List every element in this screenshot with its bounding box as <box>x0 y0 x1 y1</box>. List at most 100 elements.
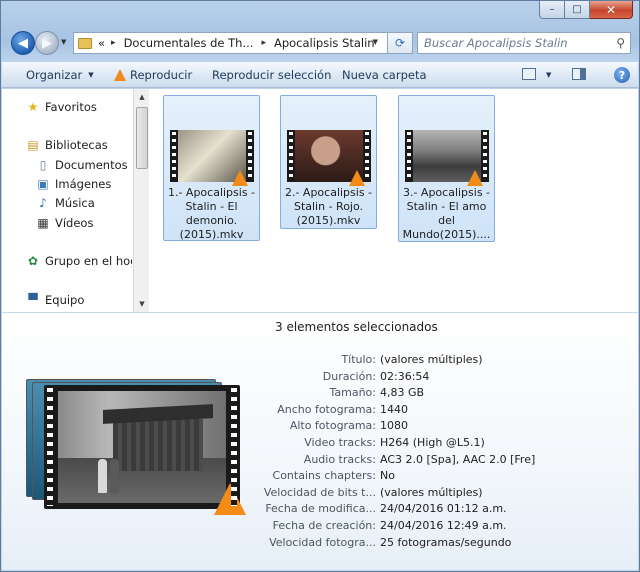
content-area: ★ Favoritos ▤ Bibliotecas ▯ Documentos ▣… <box>2 89 638 312</box>
video-thumbnail <box>287 130 371 186</box>
property-value[interactable]: 25 fotogramas/segundo <box>380 536 511 549</box>
refresh-button[interactable]: ⟳ <box>387 32 413 54</box>
nav-item-favorites[interactable]: ★ Favoritos <box>26 100 97 114</box>
nav-item-label: Imágenes <box>55 177 112 191</box>
property-row: Fecha de modifica... 24/04/2016 01:12 a.m… <box>2 502 640 516</box>
organize-button[interactable]: Organizar ▼ <box>26 68 94 82</box>
navpane-scrollbar[interactable]: ▲ ▼ <box>133 89 149 312</box>
property-key: Título: <box>341 353 376 366</box>
scroll-down-icon[interactable]: ▼ <box>134 296 150 312</box>
nav-item-label: Favoritos <box>45 100 97 114</box>
property-value[interactable]: AC3 2.0 [Spa], AAC 2.0 [Fre] <box>380 453 535 466</box>
property-row: Tamaño: 4,83 GB <box>2 386 640 400</box>
play-selection-button[interactable]: Reproducir selección <box>212 68 331 82</box>
address-bar[interactable]: « ▸ Documentales de Th... ▸ Apocalipsis … <box>73 32 413 54</box>
minimize-button[interactable]: – <box>539 1 565 19</box>
search-input[interactable]: Buscar Apocalipsis Stalin ⚲ <box>417 32 631 54</box>
property-key: Velocidad de bits t... <box>263 485 376 499</box>
property-value[interactable]: 24/04/2016 12:49 a.m. <box>380 519 507 532</box>
video-thumbnail <box>405 130 489 186</box>
file-list: 1.- Apocalipsis - Stalin - El demonio.(2… <box>150 89 638 312</box>
preview-pane-icon[interactable] <box>572 68 586 80</box>
nav-item-music[interactable]: ♪ Música <box>36 196 95 210</box>
property-value[interactable]: (valores múltiples) <box>380 486 483 499</box>
property-value[interactable]: 1440 <box>380 403 408 416</box>
file-item[interactable]: 3.- Apocalipsis - Stalin - El amo del Mu… <box>398 95 495 242</box>
new-folder-label: Nueva carpeta <box>342 68 427 82</box>
nav-item-label: Vídeos <box>55 216 94 230</box>
homegroup-icon: ✿ <box>27 254 39 268</box>
file-name: 1.- Apocalipsis - Stalin - El demonio.(2… <box>167 186 256 241</box>
play-label: Reproducir <box>130 68 193 82</box>
selection-count: 3 elementos seleccionados <box>275 320 438 334</box>
property-row: Ancho fotograma: 1440 <box>2 403 640 417</box>
new-folder-button[interactable]: Nueva carpeta <box>342 68 427 82</box>
property-value[interactable]: (valores múltiples) <box>380 353 483 366</box>
close-button[interactable]: ✕ <box>590 1 633 19</box>
vlc-icon <box>114 69 126 81</box>
help-icon[interactable]: ? <box>614 67 630 83</box>
star-icon: ★ <box>27 100 39 114</box>
property-key: Fecha de creación: <box>272 519 376 532</box>
organize-label: Organizar <box>26 68 83 82</box>
property-key: Velocidad fotogra... <box>269 535 376 549</box>
breadcrumb-overflow[interactable]: « <box>98 36 105 50</box>
nav-item-computer[interactable]: ▀ Equipo <box>26 293 84 307</box>
play-selection-label: Reproducir selección <box>212 68 332 82</box>
details-pane: 3 elementos seleccionados Título: (valore… <box>2 312 638 570</box>
file-item[interactable]: 1.- Apocalipsis - Stalin - El demonio.(2… <box>163 95 260 241</box>
property-row: Fecha de creación: 24/04/2016 12:49 a.m. <box>2 519 640 533</box>
search-icon[interactable]: ⚲ <box>616 36 625 50</box>
property-key: Tamaño: <box>329 386 376 400</box>
recent-pages-dropdown[interactable]: ▼ <box>61 38 66 46</box>
property-row: Título: (valores múltiples) <box>2 353 640 367</box>
address-dropdown-icon[interactable]: ▼ <box>373 38 378 46</box>
back-button[interactable]: ◀ <box>11 31 35 55</box>
forward-button[interactable]: ▶ <box>35 31 59 55</box>
property-key: Fecha de modifica... <box>265 502 376 516</box>
nav-item-documents[interactable]: ▯ Documentos <box>36 158 128 172</box>
breadcrumb-apocalipsis-stalin[interactable]: Apocalipsis Stalin <box>274 36 375 50</box>
image-icon: ▣ <box>37 177 49 191</box>
file-name: 3.- Apocalipsis - Stalin - El amo del Mu… <box>402 186 491 241</box>
property-key: Audio tracks: <box>303 452 376 466</box>
file-item[interactable]: 2.- Apocalipsis - Stalin - Rojo.(2015).m… <box>280 95 377 229</box>
property-row: Video tracks: H264 (High @L5.1) <box>2 436 640 450</box>
scrollbar-thumb[interactable] <box>136 107 148 169</box>
property-key: Duración: <box>322 369 376 383</box>
vlc-icon <box>467 170 483 186</box>
property-value[interactable]: 02:36:54 <box>380 370 429 383</box>
nav-item-label: Grupo en el hoga <box>45 254 132 268</box>
property-value[interactable]: 4,83 GB <box>380 386 424 399</box>
arrow-left-icon: ◀ <box>18 35 28 51</box>
command-bar: Organizar ▼ Reproducir Reproducir selecc… <box>2 62 638 88</box>
music-icon: ♪ <box>39 196 47 210</box>
scroll-up-icon[interactable]: ▲ <box>134 89 150 105</box>
property-value[interactable]: 24/04/2016 01:12 a.m. <box>380 502 507 515</box>
property-value[interactable]: H264 (High @L5.1) <box>380 436 485 449</box>
nav-item-label: Música <box>55 196 95 210</box>
vlc-icon <box>349 170 365 186</box>
property-row: Alto fotograma: 1080 <box>2 419 640 433</box>
property-row: Contains chapters: No <box>2 469 640 483</box>
view-options-dropdown[interactable]: ▼ <box>546 71 551 79</box>
property-value[interactable]: No <box>380 469 395 482</box>
arrow-right-icon: ▶ <box>42 35 52 51</box>
explorer-window: – □ ✕ ◀ ▶ ▼ « ▸ Documentales de Th... ▸ … <box>0 0 640 572</box>
nav-item-images[interactable]: ▣ Imágenes <box>36 177 111 191</box>
property-row: Audio tracks: AC3 2.0 [Spa], AAC 2.0 [Fre… <box>2 453 640 467</box>
refresh-icon: ⟳ <box>394 36 406 50</box>
maximize-button[interactable]: □ <box>565 1 590 19</box>
nav-item-libraries[interactable]: ▤ Bibliotecas <box>26 138 107 152</box>
change-view-icon[interactable] <box>522 68 536 80</box>
computer-icon: ▀ <box>28 293 38 307</box>
breadcrumb-separator[interactable]: ▸ <box>261 38 266 48</box>
nav-item-videos[interactable]: ▦ Vídeos <box>36 216 93 230</box>
breadcrumb-separator[interactable]: ▸ <box>111 38 116 48</box>
vlc-icon <box>232 170 248 186</box>
breadcrumb-documentales[interactable]: Documentales de Th... <box>124 36 254 50</box>
search-placeholder: Buscar Apocalipsis Stalin <box>424 36 568 50</box>
play-button[interactable]: Reproducir <box>114 68 192 82</box>
property-value[interactable]: 1080 <box>380 419 408 432</box>
nav-item-homegroup[interactable]: ✿ Grupo en el hoga <box>26 254 132 268</box>
